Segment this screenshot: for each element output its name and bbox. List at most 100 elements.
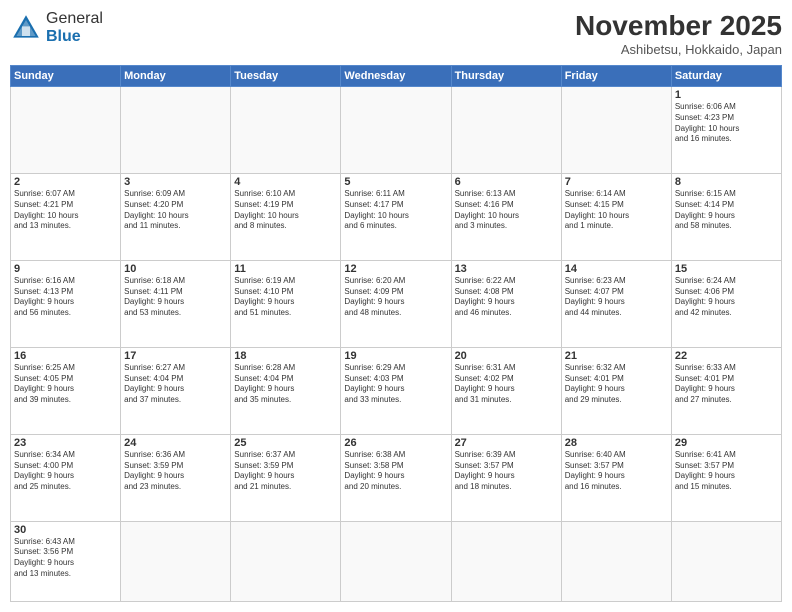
day-number: 25: [234, 437, 337, 449]
day-info: Sunrise: 6:38 AMSunset: 3:58 PMDaylight:…: [344, 450, 447, 493]
day-number: 6: [455, 176, 558, 188]
title-block: November 2025 Ashibetsu, Hokkaido, Japan: [575, 10, 782, 57]
day-info: Sunrise: 6:43 AMSunset: 3:56 PMDaylight:…: [14, 537, 117, 580]
day-cell: [11, 87, 121, 174]
day-cell: [231, 521, 341, 601]
day-cell: 25Sunrise: 6:37 AMSunset: 3:59 PMDayligh…: [231, 434, 341, 521]
day-number: 14: [565, 263, 668, 275]
col-saturday: Saturday: [671, 66, 781, 87]
day-info: Sunrise: 6:06 AMSunset: 4:23 PMDaylight:…: [675, 102, 778, 145]
day-cell: 19Sunrise: 6:29 AMSunset: 4:03 PMDayligh…: [341, 347, 451, 434]
day-cell: [561, 521, 671, 601]
col-friday: Friday: [561, 66, 671, 87]
day-info: Sunrise: 6:07 AMSunset: 4:21 PMDaylight:…: [14, 189, 117, 232]
logo: General Blue: [10, 10, 103, 45]
day-number: 27: [455, 437, 558, 449]
day-info: Sunrise: 6:15 AMSunset: 4:14 PMDaylight:…: [675, 189, 778, 232]
week-row-1: 2Sunrise: 6:07 AMSunset: 4:21 PMDaylight…: [11, 173, 782, 260]
day-info: Sunrise: 6:34 AMSunset: 4:00 PMDaylight:…: [14, 450, 117, 493]
day-cell: [671, 521, 781, 601]
day-cell: 4Sunrise: 6:10 AMSunset: 4:19 PMDaylight…: [231, 173, 341, 260]
day-info: Sunrise: 6:33 AMSunset: 4:01 PMDaylight:…: [675, 363, 778, 406]
day-number: 22: [675, 350, 778, 362]
day-cell: 12Sunrise: 6:20 AMSunset: 4:09 PMDayligh…: [341, 260, 451, 347]
day-cell: [341, 87, 451, 174]
day-number: 11: [234, 263, 337, 275]
day-number: 21: [565, 350, 668, 362]
day-info: Sunrise: 6:27 AMSunset: 4:04 PMDaylight:…: [124, 363, 227, 406]
subtitle: Ashibetsu, Hokkaido, Japan: [575, 42, 782, 57]
day-number: 9: [14, 263, 117, 275]
week-row-3: 16Sunrise: 6:25 AMSunset: 4:05 PMDayligh…: [11, 347, 782, 434]
day-cell: 18Sunrise: 6:28 AMSunset: 4:04 PMDayligh…: [231, 347, 341, 434]
day-cell: [121, 521, 231, 601]
day-cell: 28Sunrise: 6:40 AMSunset: 3:57 PMDayligh…: [561, 434, 671, 521]
day-number: 4: [234, 176, 337, 188]
day-number: 5: [344, 176, 447, 188]
day-cell: [121, 87, 231, 174]
day-cell: 20Sunrise: 6:31 AMSunset: 4:02 PMDayligh…: [451, 347, 561, 434]
day-info: Sunrise: 6:10 AMSunset: 4:19 PMDaylight:…: [234, 189, 337, 232]
logo-icon: [10, 12, 42, 44]
day-cell: 16Sunrise: 6:25 AMSunset: 4:05 PMDayligh…: [11, 347, 121, 434]
day-cell: 11Sunrise: 6:19 AMSunset: 4:10 PMDayligh…: [231, 260, 341, 347]
week-row-2: 9Sunrise: 6:16 AMSunset: 4:13 PMDaylight…: [11, 260, 782, 347]
day-cell: 8Sunrise: 6:15 AMSunset: 4:14 PMDaylight…: [671, 173, 781, 260]
day-info: Sunrise: 6:41 AMSunset: 3:57 PMDaylight:…: [675, 450, 778, 493]
day-cell: 17Sunrise: 6:27 AMSunset: 4:04 PMDayligh…: [121, 347, 231, 434]
month-title: November 2025: [575, 10, 782, 42]
day-number: 18: [234, 350, 337, 362]
day-number: 29: [675, 437, 778, 449]
day-number: 12: [344, 263, 447, 275]
day-number: 20: [455, 350, 558, 362]
day-info: Sunrise: 6:18 AMSunset: 4:11 PMDaylight:…: [124, 276, 227, 319]
col-tuesday: Tuesday: [231, 66, 341, 87]
day-info: Sunrise: 6:31 AMSunset: 4:02 PMDaylight:…: [455, 363, 558, 406]
day-number: 23: [14, 437, 117, 449]
day-info: Sunrise: 6:36 AMSunset: 3:59 PMDaylight:…: [124, 450, 227, 493]
day-number: 30: [14, 524, 117, 536]
day-number: 2: [14, 176, 117, 188]
day-cell: 6Sunrise: 6:13 AMSunset: 4:16 PMDaylight…: [451, 173, 561, 260]
day-cell: 14Sunrise: 6:23 AMSunset: 4:07 PMDayligh…: [561, 260, 671, 347]
day-cell: 27Sunrise: 6:39 AMSunset: 3:57 PMDayligh…: [451, 434, 561, 521]
day-cell: 15Sunrise: 6:24 AMSunset: 4:06 PMDayligh…: [671, 260, 781, 347]
day-number: 15: [675, 263, 778, 275]
day-info: Sunrise: 6:25 AMSunset: 4:05 PMDaylight:…: [14, 363, 117, 406]
day-number: 17: [124, 350, 227, 362]
day-info: Sunrise: 6:28 AMSunset: 4:04 PMDaylight:…: [234, 363, 337, 406]
week-row-4: 23Sunrise: 6:34 AMSunset: 4:00 PMDayligh…: [11, 434, 782, 521]
day-info: Sunrise: 6:14 AMSunset: 4:15 PMDaylight:…: [565, 189, 668, 232]
week-row-0: 1Sunrise: 6:06 AMSunset: 4:23 PMDaylight…: [11, 87, 782, 174]
day-cell: 13Sunrise: 6:22 AMSunset: 4:08 PMDayligh…: [451, 260, 561, 347]
day-number: 19: [344, 350, 447, 362]
day-info: Sunrise: 6:37 AMSunset: 3:59 PMDaylight:…: [234, 450, 337, 493]
day-info: Sunrise: 6:29 AMSunset: 4:03 PMDaylight:…: [344, 363, 447, 406]
day-number: 16: [14, 350, 117, 362]
day-number: 8: [675, 176, 778, 188]
header-row: Sunday Monday Tuesday Wednesday Thursday…: [11, 66, 782, 87]
day-info: Sunrise: 6:22 AMSunset: 4:08 PMDaylight:…: [455, 276, 558, 319]
day-cell: 3Sunrise: 6:09 AMSunset: 4:20 PMDaylight…: [121, 173, 231, 260]
day-number: 13: [455, 263, 558, 275]
week-row-5: 30Sunrise: 6:43 AMSunset: 3:56 PMDayligh…: [11, 521, 782, 601]
day-info: Sunrise: 6:19 AMSunset: 4:10 PMDaylight:…: [234, 276, 337, 319]
header: General Blue November 2025 Ashibetsu, Ho…: [10, 10, 782, 57]
day-cell: 21Sunrise: 6:32 AMSunset: 4:01 PMDayligh…: [561, 347, 671, 434]
col-monday: Monday: [121, 66, 231, 87]
day-number: 10: [124, 263, 227, 275]
day-info: Sunrise: 6:09 AMSunset: 4:20 PMDaylight:…: [124, 189, 227, 232]
day-cell: 30Sunrise: 6:43 AMSunset: 3:56 PMDayligh…: [11, 521, 121, 601]
col-thursday: Thursday: [451, 66, 561, 87]
calendar: Sunday Monday Tuesday Wednesday Thursday…: [10, 65, 782, 602]
day-number: 1: [675, 89, 778, 101]
page: General Blue November 2025 Ashibetsu, Ho…: [0, 0, 792, 612]
day-cell: 7Sunrise: 6:14 AMSunset: 4:15 PMDaylight…: [561, 173, 671, 260]
day-cell: [231, 87, 341, 174]
day-cell: [341, 521, 451, 601]
day-cell: 29Sunrise: 6:41 AMSunset: 3:57 PMDayligh…: [671, 434, 781, 521]
day-info: Sunrise: 6:40 AMSunset: 3:57 PMDaylight:…: [565, 450, 668, 493]
day-info: Sunrise: 6:24 AMSunset: 4:06 PMDaylight:…: [675, 276, 778, 319]
day-number: 3: [124, 176, 227, 188]
col-wednesday: Wednesday: [341, 66, 451, 87]
